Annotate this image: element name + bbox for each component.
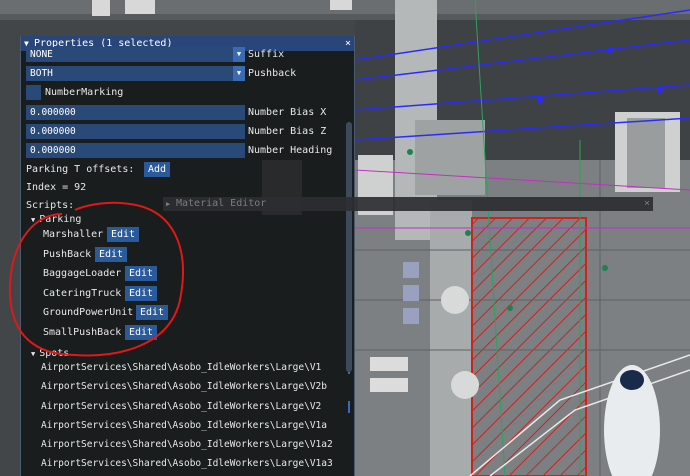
annotation-circle <box>8 201 184 357</box>
annotation-overlay <box>8 201 184 357</box>
